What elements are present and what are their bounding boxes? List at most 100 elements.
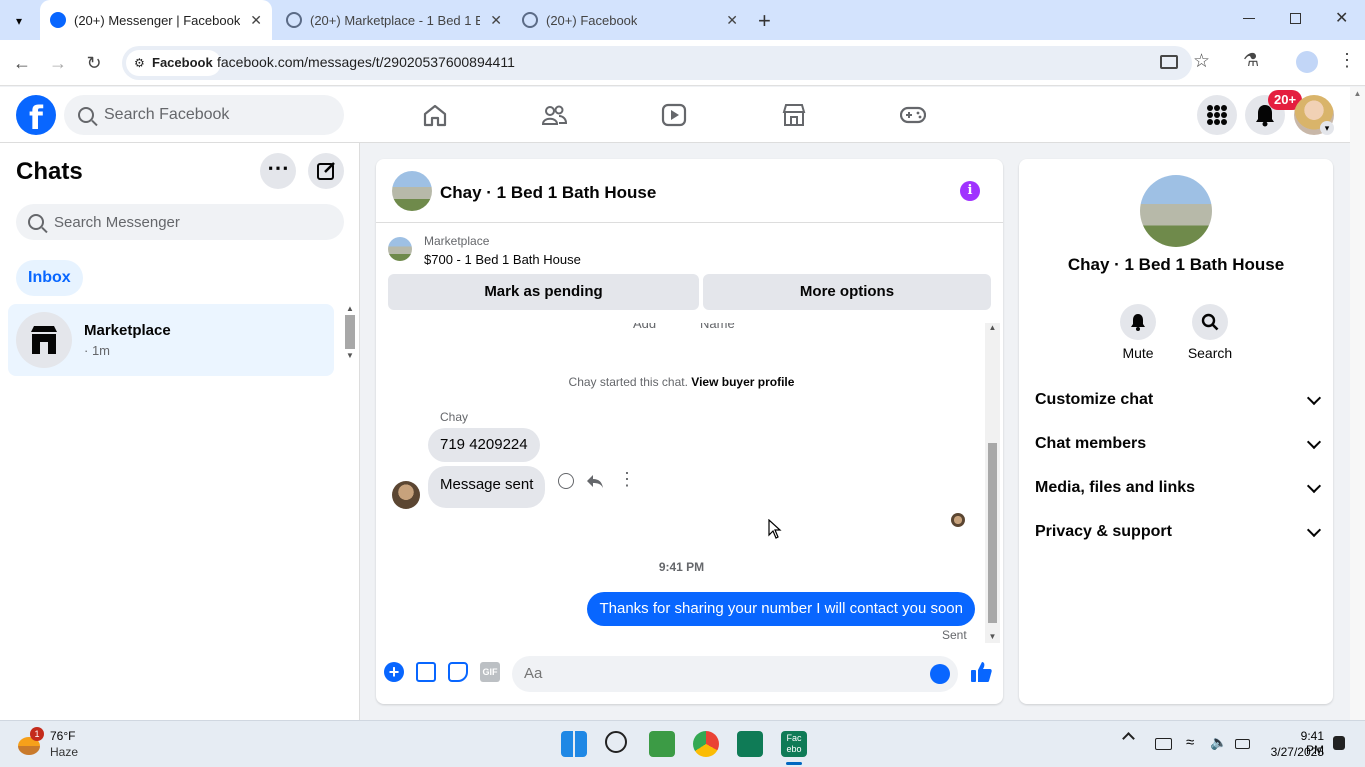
messenger-search-input[interactable]: Search Messenger	[16, 204, 344, 240]
mute-button[interactable]: Mute	[1108, 304, 1168, 361]
profile-avatar-icon[interactable]	[1296, 51, 1318, 73]
facebook-app-icon[interactable]: Fac ebo	[781, 731, 807, 757]
new-message-button[interactable]	[308, 153, 344, 189]
scroll-up-arrow-icon[interactable]: ▲	[1350, 89, 1365, 98]
notification-center-icon[interactable]	[1333, 736, 1345, 750]
close-window-icon[interactable]: ✕	[1335, 8, 1348, 28]
labs-flask-icon[interactable]: ⚗	[1243, 50, 1259, 71]
scroll-up-arrow-icon[interactable]: ▲	[343, 304, 357, 313]
inbox-tab[interactable]: Inbox	[16, 260, 83, 296]
listing-profile-image[interactable]	[1140, 175, 1212, 247]
scroll-down-arrow-icon[interactable]: ▼	[343, 351, 357, 360]
browser-tab-strip: ▾ (20+) Messenger | Facebook ✕ (20+) Mar…	[0, 0, 1365, 40]
mark-as-pending-button[interactable]: Mark as pending	[388, 274, 699, 310]
taskbar-app-icon[interactable]	[649, 731, 675, 757]
like-thumb-icon[interactable]	[970, 661, 992, 683]
info-icon[interactable]: i	[960, 181, 980, 201]
taskbar-clock-date[interactable]: 3/27/2025	[1266, 745, 1324, 759]
plus-circle-icon[interactable]: +	[384, 662, 404, 682]
gaming-icon[interactable]	[900, 103, 926, 127]
close-tab-icon[interactable]: ✕	[490, 12, 502, 29]
listing-thumbnail[interactable]	[392, 171, 432, 211]
tab-facebook[interactable]: (20+) Facebook ✕	[516, 0, 748, 40]
account-chevron-icon[interactable]: ▾	[1320, 121, 1334, 135]
incoming-message[interactable]: 719 4209224	[428, 428, 540, 462]
more-options-button[interactable]: More options	[703, 274, 991, 310]
search-in-chat-button[interactable]: Search	[1180, 304, 1240, 361]
reply-icon[interactable]	[586, 473, 604, 489]
listing-image[interactable]	[388, 237, 412, 261]
react-emoji-icon[interactable]	[558, 473, 574, 489]
mouse-cursor-icon	[768, 519, 782, 539]
facebook-search-input[interactable]: Search Facebook	[64, 95, 344, 135]
tab-messenger[interactable]: (20+) Messenger | Facebook ✕	[40, 0, 272, 40]
message-input[interactable]	[512, 656, 958, 692]
minimize-icon[interactable]	[1243, 18, 1255, 19]
conversation-title[interactable]: Chay · 1 Bed 1 Bath House	[440, 183, 656, 203]
video-icon[interactable]	[661, 103, 687, 127]
tab-search-button[interactable]: ▾	[8, 10, 30, 32]
address-bar[interactable]: ⚙ Facebook facebook.com/messages/t/29020…	[122, 46, 1192, 80]
section-privacy-support[interactable]: Privacy & support	[1035, 522, 1322, 547]
new-tab-icon[interactable]: +	[758, 8, 771, 34]
listing-title[interactable]: $700 - 1 Bed 1 Bath House	[424, 252, 581, 267]
scroll-down-arrow-icon[interactable]: ▼	[985, 632, 1000, 641]
taskbar-app-icon[interactable]	[737, 731, 763, 757]
outgoing-message[interactable]: Thanks for sharing your number I will co…	[587, 592, 975, 626]
show-hidden-icons-chevron-icon[interactable]	[1122, 732, 1135, 745]
facebook-logo-icon[interactable]: f	[16, 95, 56, 137]
section-customize-chat[interactable]: Customize chat	[1035, 390, 1322, 415]
windows-start-icon[interactable]	[561, 731, 587, 757]
chrome-icon[interactable]	[693, 731, 719, 757]
section-chat-members[interactable]: Chat members	[1035, 434, 1322, 459]
weather-widget[interactable]: 1 76°F Haze	[16, 727, 116, 763]
conversation-panel: Chay · 1 Bed 1 Bath House i Marketplace …	[376, 159, 1003, 704]
back-arrow-icon[interactable]: ←	[11, 52, 33, 74]
tab-label: (20+) Facebook	[546, 12, 638, 28]
incoming-message[interactable]: Message sent	[428, 466, 546, 508]
messages-scrollbar[interactable]: ▲ ▼	[985, 323, 1000, 643]
marketplace-icon[interactable]	[781, 103, 807, 127]
bookmark-star-icon[interactable]: ☆	[1193, 50, 1210, 73]
tab-marketplace[interactable]: (20+) Marketplace - 1 Bed 1 Ba ✕	[276, 0, 512, 40]
message-input-field[interactable]	[524, 665, 904, 682]
chat-list-scrollbar[interactable]: ▲ ▼	[343, 304, 357, 376]
scroll-up-arrow-icon[interactable]: ▲	[985, 323, 1000, 332]
install-app-icon[interactable]	[1160, 55, 1178, 69]
active-app-indicator	[786, 762, 802, 765]
close-tab-icon[interactable]: ✕	[250, 12, 262, 29]
forward-arrow-icon[interactable]: →	[47, 52, 69, 74]
keyboard-icon[interactable]	[1155, 738, 1172, 750]
view-buyer-profile-link[interactable]: View buyer profile	[691, 375, 794, 389]
conversation-item-marketplace[interactable]: Marketplace · 1m	[8, 304, 334, 376]
reload-icon[interactable]: ↻	[83, 52, 105, 74]
facebook-favicon-icon	[50, 12, 66, 28]
emoji-icon[interactable]	[930, 664, 950, 684]
photo-icon[interactable]	[416, 662, 436, 682]
site-info-chip[interactable]: ⚙ Facebook	[126, 50, 221, 76]
page-scrollbar[interactable]: ▲	[1350, 87, 1365, 720]
sticker-icon[interactable]	[448, 662, 468, 682]
section-media-files-links[interactable]: Media, files and links	[1035, 478, 1322, 503]
home-icon[interactable]	[422, 103, 448, 127]
wifi-icon[interactable]: ≈	[1186, 734, 1194, 751]
mute-label: Mute	[1122, 345, 1154, 361]
message-more-icon[interactable]: ⋮	[618, 469, 636, 490]
url-text[interactable]: facebook.com/messages/t/2902053760089441…	[217, 54, 515, 70]
menu-kebab-icon[interactable]: ⋮	[1338, 50, 1356, 71]
sender-avatar	[392, 481, 420, 509]
restore-icon[interactable]	[1290, 13, 1301, 24]
friends-icon[interactable]	[541, 103, 567, 127]
taskbar-search-icon[interactable]	[605, 731, 627, 753]
chats-options-button[interactable]: ⋯	[260, 153, 296, 189]
menu-grid-button[interactable]	[1197, 95, 1237, 135]
grid-icon	[1207, 105, 1227, 125]
battery-icon[interactable]	[1235, 739, 1250, 749]
close-tab-icon[interactable]: ✕	[726, 12, 738, 29]
marketplace-avatar	[16, 312, 72, 368]
scroll-thumb[interactable]	[988, 443, 997, 623]
gif-icon[interactable]: GIF	[480, 662, 500, 682]
scroll-thumb[interactable]	[345, 315, 355, 349]
marketplace-label: Marketplace	[424, 234, 490, 248]
volume-icon[interactable]: 🔈	[1210, 734, 1227, 751]
